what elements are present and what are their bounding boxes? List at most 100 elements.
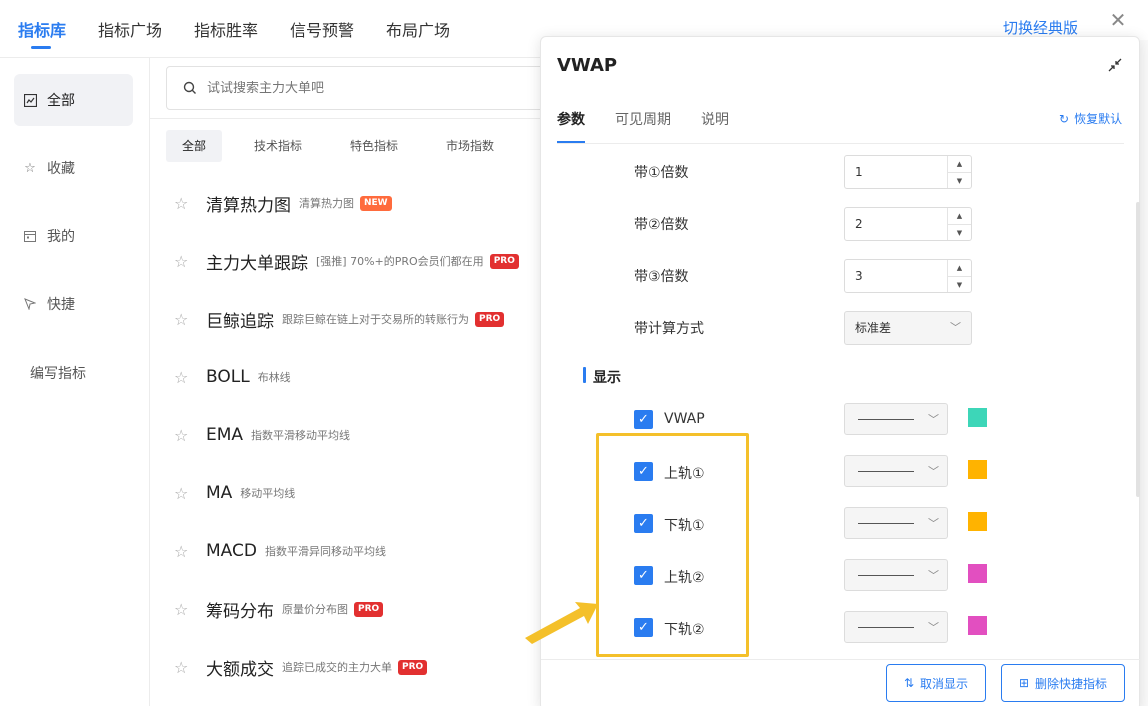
list-item[interactable]: ☆ MACD 指数平滑异同移动平均线 <box>174 536 392 566</box>
color-swatch[interactable] <box>968 564 987 583</box>
vwap-checkbox[interactable]: ✓ <box>634 410 653 429</box>
color-swatch[interactable] <box>968 512 987 531</box>
list-item[interactable]: ☆ 巨鲸追踪 跟踪巨鲸在链上对于交易所的转账行为 PRO <box>174 304 505 334</box>
indicator-name: 巨鲸追踪 <box>206 311 274 332</box>
list-item[interactable]: ☆ 筹码分布 原量价分布图 PRO <box>174 594 384 624</box>
toggle-icon: ⇅ <box>903 676 915 690</box>
line-style-select[interactable]: ﹀ <box>844 403 948 435</box>
reset-default-button[interactable]: ↻ 恢复默认 <box>1059 110 1122 127</box>
section-marker <box>583 367 586 383</box>
tab-description[interactable]: 说明 <box>701 109 729 129</box>
sidebar-item-all[interactable]: 全部 <box>14 74 133 126</box>
band1-multiplier-stepper[interactable]: 1 ▲ ▼ <box>844 155 972 189</box>
indicator-desc: 布林线 <box>257 371 291 384</box>
indicator-name: BOLL <box>206 367 250 387</box>
switch-classic-link[interactable]: 切换经典版 <box>1003 17 1078 38</box>
line-style-select[interactable]: ﹀ <box>844 559 948 591</box>
refresh-icon: ↻ <box>1059 111 1070 126</box>
category-technical[interactable]: 技术指标 <box>238 130 318 162</box>
list-item[interactable]: ☆ 清算热力图 清算热力图 NEW <box>174 188 392 218</box>
indicator-name: 大额成交 <box>206 659 274 680</box>
search-bar[interactable] <box>166 66 566 110</box>
list-item[interactable]: ☆ BOLL 布林线 <box>174 362 297 392</box>
pro-badge: PRO <box>398 659 428 675</box>
indicator-desc: 跟踪巨鲸在链上对于交易所的转账行为 <box>282 313 469 326</box>
cursor-icon <box>23 297 37 311</box>
stepper-value[interactable]: 1 <box>845 156 947 188</box>
chevron-down-icon[interactable]: ▼ <box>948 172 971 189</box>
sidebar-item-favorites[interactable]: ☆ 收藏 <box>14 142 133 194</box>
list-item[interactable]: ☆ 大额成交 追踪已成交的主力大单 PRO <box>174 652 428 682</box>
sidebar-item-label: 我的 <box>47 229 75 245</box>
chevron-down-icon: ﹀ <box>928 621 939 634</box>
color-swatch[interactable] <box>968 460 987 479</box>
tab-indicator-winrate[interactable]: 指标胜率 <box>194 17 258 41</box>
stepper-value[interactable]: 2 <box>845 208 947 240</box>
calc-method-select[interactable]: 标准差 ﹀ <box>844 311 972 345</box>
tab-visible-period[interactable]: 可见周期 <box>615 109 671 129</box>
stepper-value[interactable]: 3 <box>845 260 947 292</box>
band2-multiplier-stepper[interactable]: 2 ▲ ▼ <box>844 207 972 241</box>
star-icon[interactable]: ☆ <box>174 600 190 619</box>
checkbox-label: VWAP <box>664 411 705 427</box>
color-swatch[interactable] <box>968 408 987 427</box>
star-icon[interactable]: ☆ <box>174 658 190 677</box>
delete-shortcut-button[interactable]: ⊞ 删除快捷指标 <box>1001 664 1125 702</box>
sidebar-item-shortcut[interactable]: 快捷 <box>14 278 133 330</box>
star-icon[interactable]: ☆ <box>174 194 190 213</box>
band3-multiplier-stepper[interactable]: 3 ▲ ▼ <box>844 259 972 293</box>
indicator-desc: 指数平滑异同移动平均线 <box>264 545 386 558</box>
chevron-down-icon: ﹀ <box>928 465 939 478</box>
category-featured[interactable]: 特色指标 <box>334 130 414 162</box>
search-input[interactable] <box>207 80 507 96</box>
line-style-select[interactable]: ﹀ <box>844 455 948 487</box>
chevron-down-icon[interactable]: ▼ <box>948 224 971 241</box>
indicator-desc: 指数平滑移动平均线 <box>251 429 351 442</box>
grid-icon: ⊞ <box>1018 676 1030 690</box>
chevron-down-icon[interactable]: ▼ <box>948 276 971 293</box>
sidebar-item-label: 快捷 <box>47 297 75 313</box>
scrollbar[interactable] <box>1136 202 1140 497</box>
list-item[interactable]: ☆ MA 移动平均线 <box>174 478 301 508</box>
chart-icon <box>23 93 37 107</box>
star-icon[interactable]: ☆ <box>174 484 190 503</box>
pro-badge: PRO <box>354 601 384 617</box>
collapse-icon[interactable] <box>1107 57 1123 73</box>
line-style-select[interactable]: ﹀ <box>844 611 948 643</box>
category-market-index[interactable]: 市场指数 <box>430 130 510 162</box>
param-label: 带③倍数 <box>634 269 689 285</box>
list-item[interactable]: ☆ 主力大单跟踪 [强推] 70%+的PRO会员们都在用 PRO <box>174 246 519 276</box>
star-icon[interactable]: ☆ <box>174 252 190 271</box>
star-icon[interactable]: ☆ <box>174 310 190 329</box>
indicator-name: 主力大单跟踪 <box>206 253 308 274</box>
chevron-down-icon: ﹀ <box>928 413 939 426</box>
star-icon[interactable]: ☆ <box>174 368 190 387</box>
divider <box>150 118 550 119</box>
color-swatch[interactable] <box>968 616 987 635</box>
cancel-display-button[interactable]: ⇅ 取消显示 <box>886 664 986 702</box>
section-title: 显示 <box>593 370 621 386</box>
chevron-up-icon[interactable]: ▲ <box>948 208 971 224</box>
tab-params[interactable]: 参数 <box>557 109 585 129</box>
star-icon[interactable]: ☆ <box>174 542 190 561</box>
tab-layout-square[interactable]: 布局广场 <box>386 17 450 41</box>
category-all[interactable]: 全部 <box>166 130 223 162</box>
star-icon[interactable]: ☆ <box>174 426 190 445</box>
tab-indicator-square[interactable]: 指标广场 <box>98 17 162 41</box>
divider <box>541 659 1141 660</box>
close-icon[interactable]: ✕ <box>1108 10 1128 30</box>
tab-signal-alert[interactable]: 信号预警 <box>290 17 354 41</box>
sidebar-item-mine[interactable]: 我的 <box>14 210 133 262</box>
write-indicator-link[interactable]: 编写指标 <box>30 363 86 383</box>
star-icon: ☆ <box>24 160 36 176</box>
chevron-down-icon: ﹀ <box>928 569 939 582</box>
tab-indicator-library[interactable]: 指标库 <box>18 17 66 41</box>
chevron-up-icon[interactable]: ▲ <box>948 156 971 172</box>
chevron-down-icon: ﹀ <box>950 321 961 334</box>
list-item[interactable]: ☆ EMA 指数平滑移动平均线 <box>174 420 356 450</box>
chevron-up-icon[interactable]: ▲ <box>948 260 971 276</box>
line-style-select[interactable]: ﹀ <box>844 507 948 539</box>
select-value: 标准差 <box>855 321 892 335</box>
indicator-desc: 原量价分布图 <box>282 603 348 616</box>
sidebar-item-label: 收藏 <box>47 161 75 177</box>
